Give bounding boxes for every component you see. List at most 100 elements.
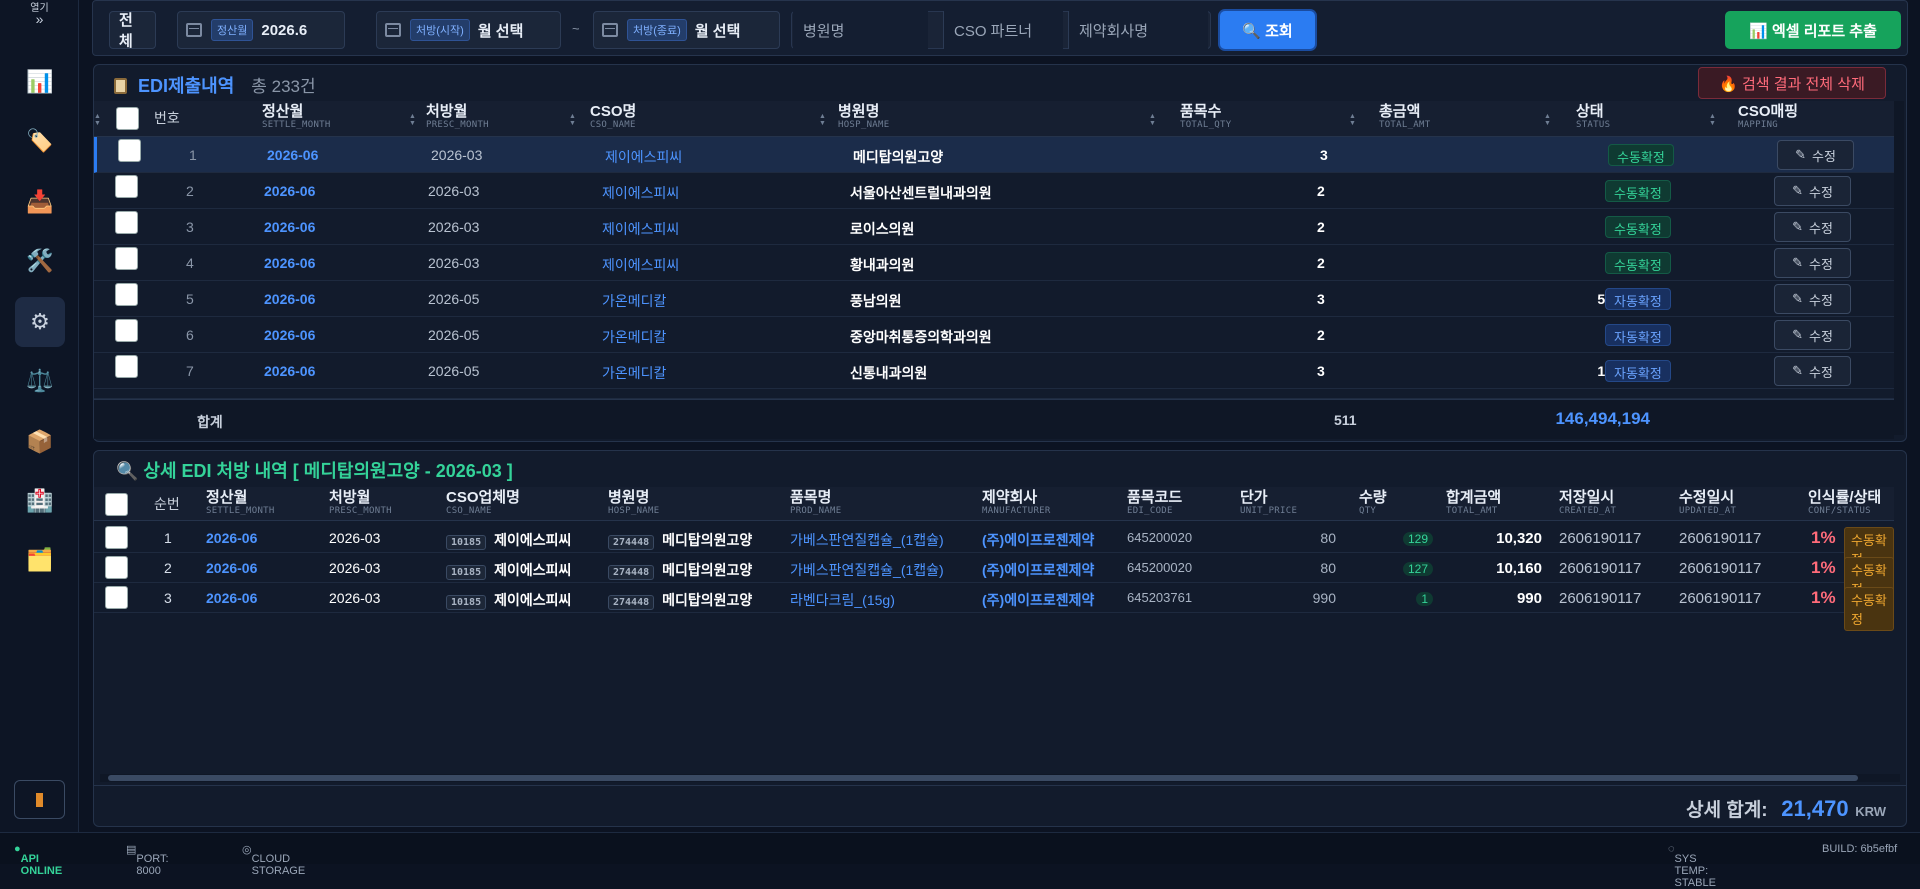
edi-header-settle_month[interactable]: 정산월 SETTLE_MONTH bbox=[262, 103, 331, 131]
status-badge: 수동확정 bbox=[1605, 180, 1671, 202]
edi-header-no[interactable]: 번호 bbox=[154, 110, 180, 127]
edi-header-presc_month[interactable]: 처방월 PRESC_MONTH bbox=[426, 103, 489, 131]
cso-name[interactable]: 제이에스피씨 bbox=[602, 255, 679, 275]
edit-button[interactable]: ✎ 수정 bbox=[1777, 140, 1854, 170]
edit-button[interactable]: ✎ 수정 bbox=[1774, 176, 1851, 206]
detail-header-settle_month[interactable]: 정산월 SETTLE_MONTH bbox=[206, 489, 275, 517]
excel-export-button[interactable]: 📊 엑셀 리포트 추출 bbox=[1725, 11, 1901, 49]
sidebar-toggle[interactable]: 열기 » bbox=[0, 3, 79, 27]
edit-button[interactable]: ✎ 수정 bbox=[1774, 248, 1851, 278]
settle-month-picker[interactable]: 정산월 2026.6 bbox=[177, 11, 345, 49]
sort-icon[interactable]: ▲▼ bbox=[1544, 113, 1551, 127]
detail-header-cso_name[interactable]: CSO업체명 CSO_NAME bbox=[446, 489, 520, 517]
edi-table-row[interactable]: 52026-062026-05가온메디칼풍남의원3508,896자동확정✎수정 bbox=[94, 281, 1894, 317]
edi-table-row[interactable]: 42026-062026-03제이에스피씨황내과의원230,120수동확정✎수정 bbox=[94, 245, 1894, 281]
edit-button[interactable]: ✎ 수정 bbox=[1774, 212, 1851, 242]
chevron-right-icon: » bbox=[35, 11, 44, 27]
row-checkbox[interactable] bbox=[115, 247, 138, 270]
edi-table-row[interactable]: 72026-062026-05가온메디칼신통내과의원3156,420자동확정✎수… bbox=[94, 353, 1894, 389]
logout-button[interactable] bbox=[14, 780, 65, 819]
edit-button[interactable]: ✎ 수정 bbox=[1774, 320, 1851, 350]
detail-header-presc_month[interactable]: 처방월 PRESC_MONTH bbox=[329, 489, 392, 517]
product-name[interactable]: 가베스판연질캡슐_(1캡슐) bbox=[790, 560, 944, 580]
sort-icon[interactable]: ▲▼ bbox=[1149, 113, 1156, 127]
row-checkbox[interactable] bbox=[118, 139, 141, 162]
detail-header-no[interactable]: 순번 bbox=[154, 496, 180, 513]
cso-name[interactable]: 가온메디칼 bbox=[602, 363, 666, 383]
edi-header-total_amt[interactable]: 총금액 TOTAL_AMT bbox=[1379, 103, 1430, 131]
nav-item-settings[interactable]: ⚙ bbox=[15, 297, 65, 347]
hospital-search-input[interactable]: 병원명 bbox=[793, 11, 928, 49]
detail-table-row[interactable]: 1 2026-06 2026-03 10185 제이에스피씨 274448 메디탑의원고양 가… bbox=[94, 523, 1894, 571]
edi-table-row[interactable]: 22026-062026-03제이에스피씨서울아산센트럴내과의원276,090수… bbox=[94, 173, 1894, 209]
sort-icon[interactable]: ▲▼ bbox=[569, 113, 576, 127]
detail-header-qty[interactable]: 수량 QTY bbox=[1359, 489, 1387, 517]
row-checkbox[interactable] bbox=[105, 556, 128, 579]
row-checkbox[interactable] bbox=[115, 283, 138, 306]
nav-item-tag[interactable]: 🏷️ bbox=[15, 116, 65, 166]
search-button[interactable]: 🔍 조회 bbox=[1220, 11, 1315, 49]
nav-item-scale[interactable]: ⚖️ bbox=[15, 356, 65, 406]
sort-icon[interactable]: ▲▼ bbox=[1349, 113, 1356, 127]
cso-name[interactable]: 제이에스피씨 bbox=[602, 219, 679, 239]
product-name[interactable]: 가베스판연질캡슐_(1캡슐) bbox=[790, 530, 944, 550]
nav-item-tools[interactable]: 🛠️ bbox=[15, 236, 65, 286]
cso-name[interactable]: 제이에스피씨 bbox=[605, 147, 682, 167]
edi-header-cso_name[interactable]: CSO명 CSO_NAME bbox=[590, 103, 636, 131]
detail-panel: 🔍 상세 EDI 처방 내역 [ 메디탑의원고양 - 2026-03 ] 순번 정… bbox=[93, 450, 1907, 827]
row-checkbox[interactable] bbox=[115, 175, 138, 198]
item-count: 2 bbox=[1317, 327, 1325, 343]
sort-icon[interactable]: ▲▼ bbox=[819, 113, 826, 127]
nav-item-box[interactable]: 📦 bbox=[15, 417, 65, 467]
detail-header-hosp_name[interactable]: 병원명 HOSP_NAME bbox=[608, 489, 659, 517]
edi-header-total_qty[interactable]: 품목수 TOTAL_QTY bbox=[1180, 103, 1231, 131]
cso-search-input[interactable]: CSO 파트너 bbox=[943, 11, 1063, 49]
nav-item-files[interactable]: 🗂️ bbox=[15, 535, 65, 585]
settings-icon: ⚙ bbox=[30, 309, 50, 334]
detail-header-total_amt[interactable]: 합계금액 TOTAL_AMT bbox=[1446, 489, 1501, 517]
detail-table-row[interactable]: 3 2026-06 2026-03 10185 제이에스피씨 274448 메디탑의원고양 라… bbox=[94, 583, 1894, 631]
edi-table-row[interactable]: 32026-062026-03제이에스피씨로이스의원275,600수동확정✎수정 bbox=[94, 209, 1894, 245]
cso-name[interactable]: 제이에스피씨 bbox=[602, 183, 679, 203]
edi-table-row[interactable]: 12026-062026-03제이에스피씨메디탑의원고양321,470수동확정✎… bbox=[94, 137, 1894, 173]
detail-header-conf-status[interactable]: 인식률/상태 CONF/STATUS bbox=[1808, 489, 1881, 517]
row-checkbox[interactable] bbox=[115, 211, 138, 234]
delete-all-button[interactable]: 🔥 검색 결과 전체 삭제 bbox=[1698, 67, 1886, 99]
nav-item-chart[interactable]: 📊 bbox=[15, 57, 65, 107]
presc-start-picker[interactable]: 처방(시작) 월 선택 bbox=[376, 11, 561, 49]
detail-header-prod_name[interactable]: 품목명 PROD_NAME bbox=[790, 489, 841, 517]
presc-end-picker[interactable]: 처방(종료) 월 선택 bbox=[593, 11, 780, 49]
edi-header-status[interactable]: 상태 STATUS bbox=[1576, 103, 1610, 131]
header-label: 총금액 bbox=[1379, 103, 1421, 120]
product-name[interactable]: 라벤다크림_(15g) bbox=[790, 590, 895, 610]
row-checkbox[interactable] bbox=[105, 586, 128, 609]
vertical-scrollbar[interactable] bbox=[1894, 101, 1904, 435]
detail-header-unit_price[interactable]: 단가 UNIT_PRICE bbox=[1240, 489, 1297, 517]
row-checkbox[interactable] bbox=[105, 526, 128, 549]
row-checkbox[interactable] bbox=[115, 355, 138, 378]
sort-icon[interactable]: ▲▼ bbox=[1709, 113, 1716, 127]
detail-header-edi_code[interactable]: 품목코드 EDI_CODE bbox=[1127, 489, 1182, 517]
row-checkbox[interactable] bbox=[115, 319, 138, 342]
cso-name[interactable]: 가온메디칼 bbox=[602, 327, 666, 347]
detail-table-row[interactable]: 2 2026-06 2026-03 10185 제이에스피씨 274448 메디탑의원고양 가… bbox=[94, 553, 1894, 601]
edi-table-row-partial[interactable] bbox=[94, 389, 1894, 399]
sort-icon[interactable]: ▲▼ bbox=[94, 113, 101, 127]
select-all-checkbox[interactable] bbox=[105, 493, 128, 516]
all-filter-button[interactable]: 전체 bbox=[109, 11, 156, 50]
edi-table-row[interactable]: 62026-062026-05가온메디칼중앙마취통증의학과의원272,904자동… bbox=[94, 317, 1894, 353]
detail-header-updated_at[interactable]: 수정일시 UPDATED_AT bbox=[1679, 489, 1736, 517]
sort-icon[interactable]: ▲▼ bbox=[409, 113, 416, 127]
edi-header-mapping[interactable]: CSO매핑 MAPPING bbox=[1738, 103, 1798, 131]
detail-header-created_at[interactable]: 저장일시 CREATED_AT bbox=[1559, 489, 1616, 517]
edi-header-hosp_name[interactable]: 병원명 HOSP_NAME bbox=[838, 103, 889, 131]
select-all-checkbox[interactable] bbox=[116, 107, 139, 130]
nav-item-inbox[interactable]: 📥 bbox=[15, 177, 65, 227]
nav-item-hospital[interactable]: 🏥 bbox=[15, 476, 65, 526]
detail-header-manufacturer[interactable]: 제약회사 MANUFACTURER bbox=[982, 489, 1051, 517]
manufacturer-search-input[interactable]: 제약회사명 bbox=[1068, 11, 1208, 49]
horizontal-scrollbar[interactable] bbox=[100, 774, 1900, 782]
edit-button[interactable]: ✎ 수정 bbox=[1774, 284, 1851, 314]
edit-button[interactable]: ✎ 수정 bbox=[1774, 356, 1851, 386]
cso-name[interactable]: 가온메디칼 bbox=[602, 291, 666, 311]
